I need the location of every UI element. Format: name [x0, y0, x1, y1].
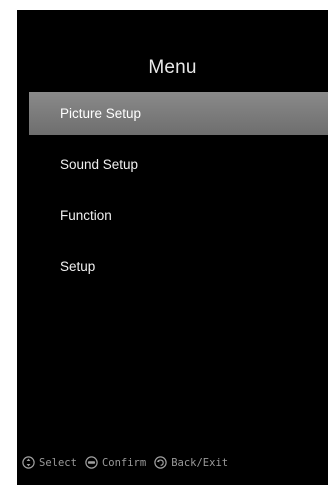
menu-item-setup[interactable]: Setup — [29, 245, 328, 288]
hint-label: Back/Exit — [171, 456, 229, 469]
menu-title: Menu — [148, 57, 197, 78]
key-hints-bar: Select Confirm Back/Exit — [22, 456, 228, 469]
menu-item-function[interactable]: Function — [29, 194, 328, 237]
menu-item-sound-setup[interactable]: Sound Setup — [29, 143, 328, 186]
hint-label: Select — [39, 456, 77, 469]
menu-item-label: Function — [60, 208, 112, 223]
hint-select: Select — [22, 456, 77, 469]
tv-screen: Menu Picture Setup Sound Setup Function … — [17, 10, 328, 485]
menu-item-picture-setup[interactable]: Picture Setup — [29, 92, 328, 135]
menu-list: Picture Setup Sound Setup Function Setup — [29, 92, 328, 296]
hint-confirm: Confirm — [85, 456, 146, 469]
updown-dpad-icon — [22, 456, 35, 469]
hint-label: Confirm — [101, 456, 147, 469]
enter-button-icon — [85, 456, 98, 469]
back-arrow-icon — [154, 456, 167, 469]
menu-item-label: Sound Setup — [60, 157, 139, 172]
hint-back-exit: Back/Exit — [154, 456, 228, 469]
menu-item-label: Setup — [60, 259, 96, 274]
menu-item-label: Picture Setup — [60, 106, 142, 121]
